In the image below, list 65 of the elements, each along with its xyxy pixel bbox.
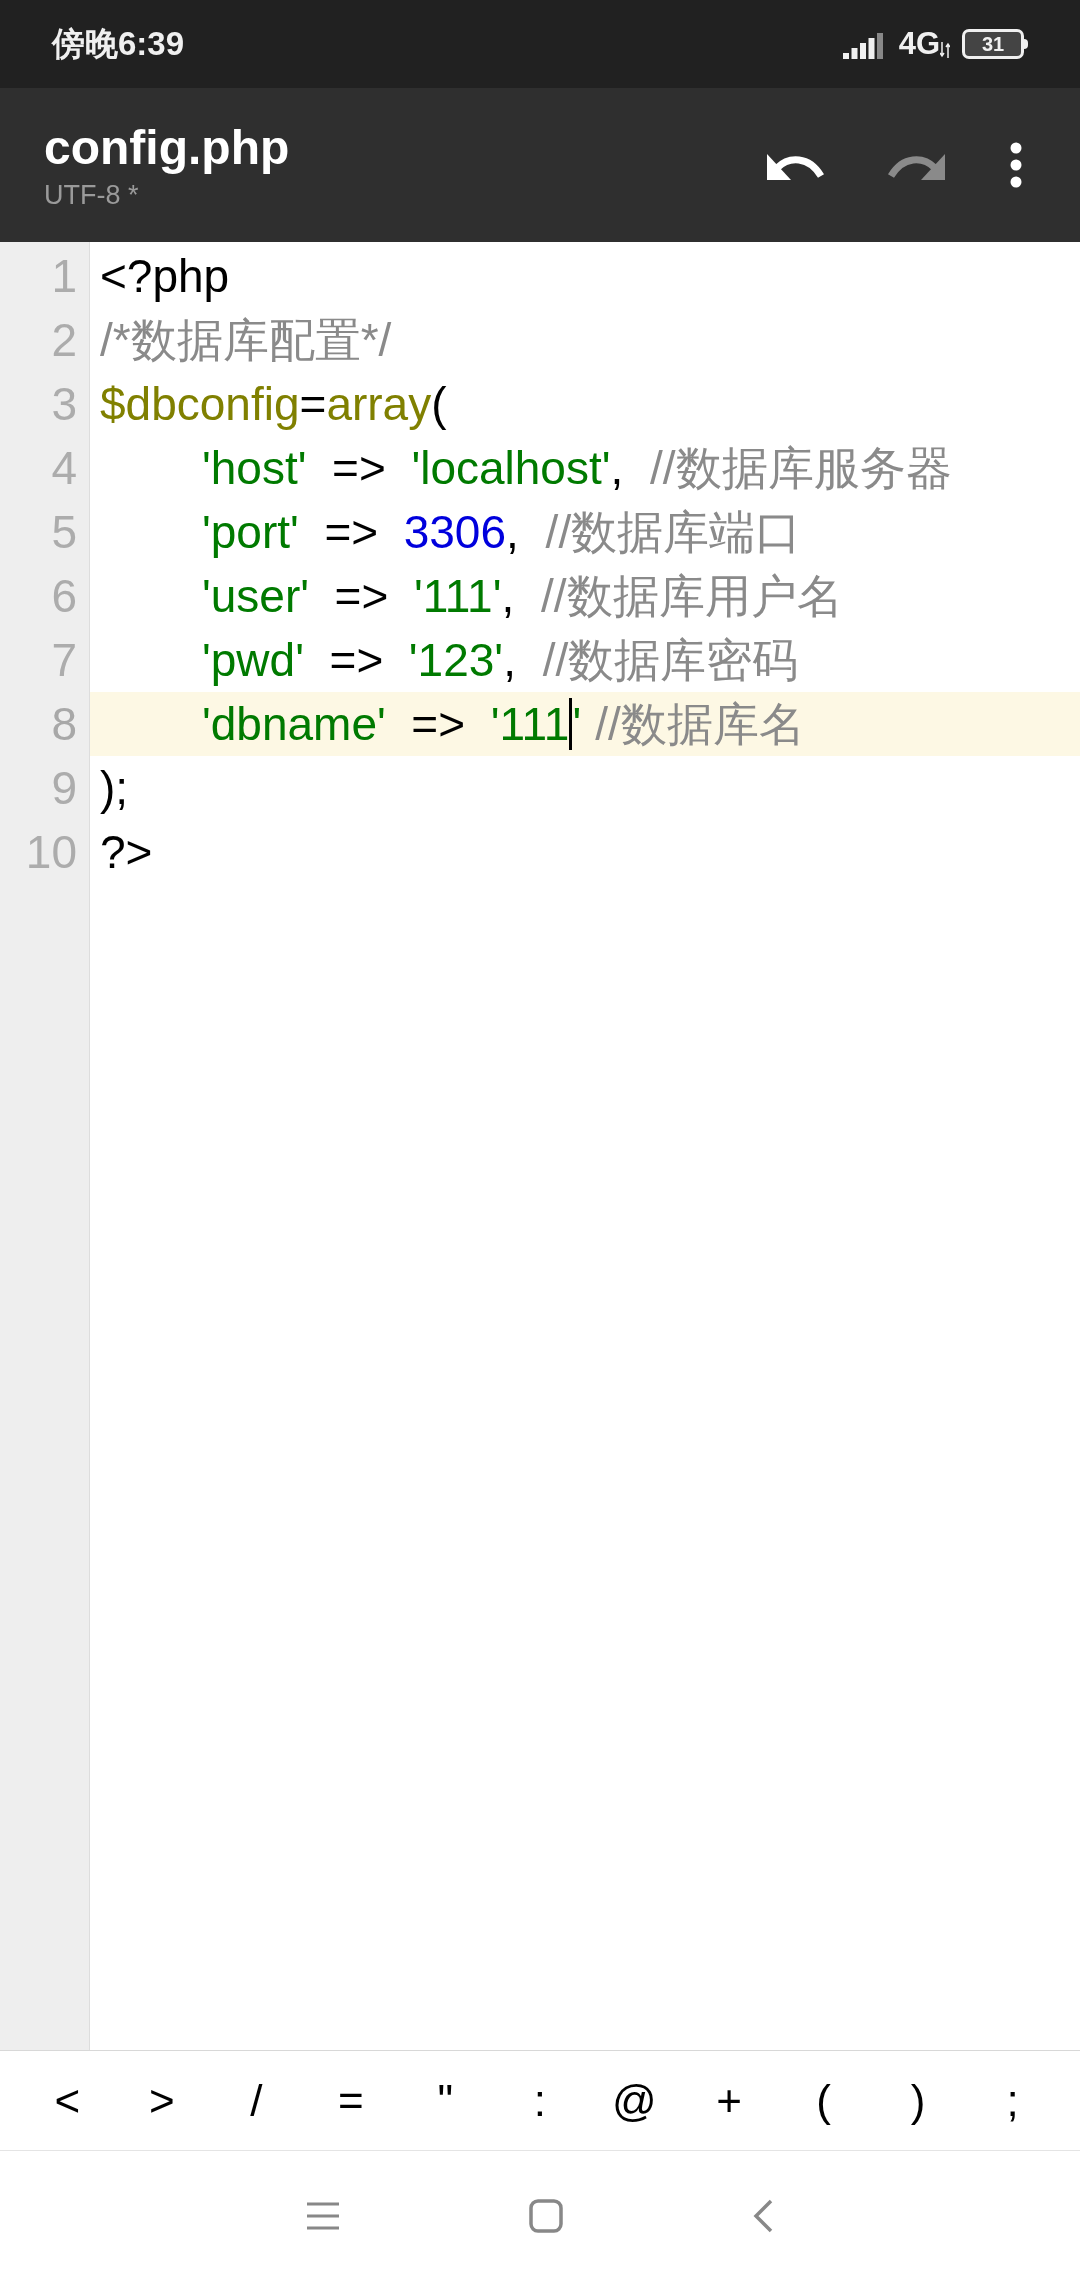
more-icon xyxy=(1010,142,1022,188)
code-token: , xyxy=(506,504,520,560)
clock: 傍晚6:39 xyxy=(52,24,185,65)
line-number: 4 xyxy=(50,441,78,496)
code-token: , xyxy=(610,440,625,496)
code-token: => xyxy=(323,504,380,560)
code-token: => xyxy=(331,440,387,496)
code-token: ( xyxy=(431,376,447,432)
code-token: 3306 xyxy=(403,504,507,560)
line-number: 8 xyxy=(50,697,78,752)
file-encoding: UTF-8 * xyxy=(44,179,140,212)
symbol-key[interactable]: " xyxy=(410,2060,481,2141)
line-number: 6 xyxy=(50,569,78,624)
line-number: 9 xyxy=(50,761,78,816)
text-cursor xyxy=(569,698,573,750)
file-title: config.php xyxy=(44,120,290,176)
network-label: 4G xyxy=(898,24,940,63)
menu-icon[interactable] xyxy=(307,2201,339,2230)
code-token: '111 xyxy=(490,696,570,752)
symbol-key[interactable]: ( xyxy=(788,2060,859,2141)
code-token: 'dbname' xyxy=(202,696,386,752)
code-token: 'host' xyxy=(202,440,307,496)
code-comment: //数据库端口 xyxy=(545,504,802,560)
code-token: => xyxy=(410,696,467,752)
line-number: 1 xyxy=(50,249,78,304)
code-token: => xyxy=(333,568,390,624)
line-number: 2 xyxy=(50,313,78,368)
code-token: , xyxy=(501,568,516,624)
code-token: = xyxy=(299,376,327,432)
code-comment: //数据库服务器 xyxy=(650,440,952,496)
code-token: 'user' xyxy=(202,568,310,624)
line-number: 10 xyxy=(24,825,78,880)
code-token: 'localhost' xyxy=(411,440,611,496)
home-icon[interactable] xyxy=(529,2198,563,2233)
line-number: 5 xyxy=(50,505,78,560)
code-token: ' xyxy=(572,696,582,752)
code-token: array xyxy=(326,376,432,432)
code-token: '111' xyxy=(413,568,502,624)
symbol-key[interactable]: > xyxy=(126,2060,197,2141)
symbol-key[interactable]: / xyxy=(221,2060,292,2141)
line-number: 7 xyxy=(50,633,78,688)
data-arrows-icon xyxy=(940,42,950,58)
code-token: 'port' xyxy=(202,504,299,560)
code-comment: //数据库密码 xyxy=(542,632,799,688)
code-token: , xyxy=(503,632,517,688)
code-token: <?php xyxy=(100,248,230,304)
battery-level: 31 xyxy=(981,34,1005,54)
code-token: ); xyxy=(100,760,129,816)
symbol-key[interactable]: ; xyxy=(977,2060,1048,2141)
symbol-key[interactable]: : xyxy=(504,2060,575,2141)
code-token: '123' xyxy=(408,632,504,688)
code-token: ?> xyxy=(100,824,153,880)
symbol-key[interactable]: + xyxy=(694,2060,764,2141)
symbol-key[interactable]: < xyxy=(32,2060,103,2141)
symbol-key[interactable]: = xyxy=(315,2060,386,2141)
line-number: 3 xyxy=(50,377,78,432)
code-comment: //数据库用户名 xyxy=(541,568,843,624)
symbol-key[interactable]: @ xyxy=(599,2060,670,2141)
code-token: => xyxy=(328,632,385,688)
code-token: $dbconfig xyxy=(100,376,300,432)
symbol-key[interactable]: ) xyxy=(883,2060,954,2141)
code-comment: //数据库名 xyxy=(595,696,805,752)
code-comment: /*数据库配置*/ xyxy=(100,312,392,368)
code-token: 'pwd' xyxy=(202,632,304,688)
back-icon[interactable] xyxy=(753,2198,773,2233)
